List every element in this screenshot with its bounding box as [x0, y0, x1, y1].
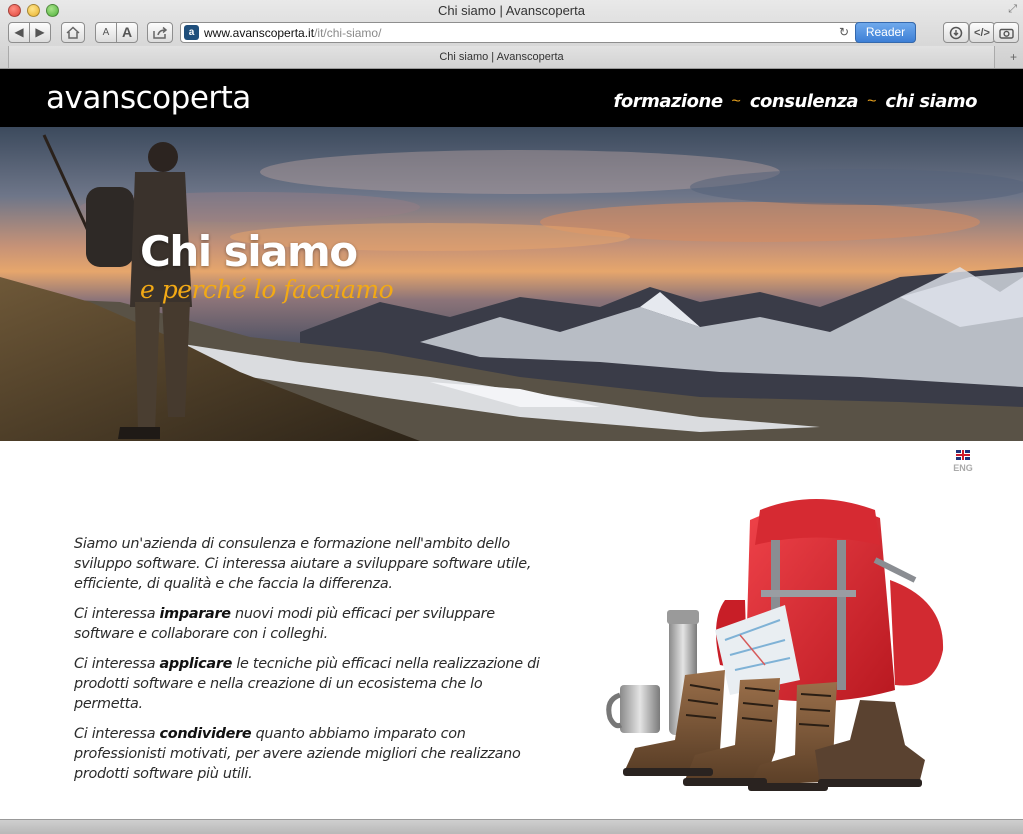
hero-subtitle: e perché lo facciamo [140, 275, 394, 304]
reload-icon[interactable]: ↻ [839, 25, 849, 39]
main-nav: formazione ~ consulenza ~ chi siamo [614, 91, 978, 112]
site-header: avanscoperta formazione ~ consulenza ~ c… [0, 69, 1023, 127]
browser-chrome: Chi siamo | Avanscoperta ⤢ ◀ ▶ A A a www… [0, 0, 1023, 69]
camera-icon [998, 28, 1014, 39]
intro-paragraph: Siamo un'azienda di consulenza e formazi… [74, 536, 532, 592]
web-inspector-button[interactable]: </> [969, 22, 995, 43]
tab-bar: Chi siamo | Avanscoperta + [0, 46, 1023, 69]
share-paragraph: Ci interessa condividere quanto abbiamo … [74, 726, 521, 782]
about-content: Siamo un'azienda di consulenza e formazi… [74, 534, 552, 794]
new-tab-icon[interactable]: + [1010, 50, 1017, 64]
language-label[interactable]: ENG [950, 463, 976, 473]
tab-chi-siamo[interactable]: Chi siamo | Avanscoperta [8, 46, 995, 68]
back-button[interactable]: ◀ [8, 22, 30, 43]
share-icon [153, 26, 168, 39]
nav-link-consulenza[interactable]: consulenza [750, 91, 859, 112]
code-icon: </> [974, 27, 990, 39]
snapshot-button[interactable] [993, 22, 1019, 43]
language-switch[interactable]: ENG [950, 450, 976, 473]
nav-separator: ~ [731, 92, 741, 110]
home-button[interactable] [61, 22, 85, 43]
hero-banner: Chi siamo e perché lo facciamo [0, 127, 1023, 441]
address-bar[interactable]: a www.avanscoperta.it/it/chi-siamo/ ↻ Re… [180, 22, 916, 43]
uk-flag-icon [956, 450, 970, 460]
text-larger-button[interactable]: A [116, 22, 138, 43]
url-path: /it/chi-siamo/ [314, 26, 382, 40]
share-button[interactable] [147, 22, 173, 43]
nav-separator: ~ [867, 92, 877, 110]
hero-title: Chi siamo [140, 227, 358, 276]
keyword-applicare: applicare [159, 656, 233, 672]
fullscreen-icon[interactable]: ⤢ [1008, 3, 1017, 16]
home-icon [66, 26, 80, 39]
text-smaller-button[interactable]: A [95, 22, 117, 43]
forward-button[interactable]: ▶ [29, 22, 51, 43]
site-logo[interactable]: avanscoperta [46, 80, 251, 116]
nav-link-chi-siamo[interactable]: chi siamo [885, 91, 977, 112]
site-favicon-icon: a [184, 25, 199, 40]
reader-button[interactable]: Reader [855, 22, 916, 43]
url-domain: www.avanscoperta.it [204, 26, 315, 40]
browser-toolbar: ◀ ▶ A A a www.avanscoperta.it/it/chi-sia… [0, 21, 1023, 45]
title-bar: Chi siamo | Avanscoperta ⤢ [0, 0, 1023, 21]
window-title: Chi siamo | Avanscoperta [438, 3, 585, 18]
backpack-boots-image [606, 499, 944, 791]
keyword-imparare: imparare [159, 606, 232, 622]
window-bottom-bar [0, 819, 1023, 834]
learn-paragraph: Ci interessa imparare nuovi modi più eff… [74, 606, 495, 642]
downloads-button[interactable] [943, 22, 969, 43]
download-circle-icon [949, 26, 963, 40]
keyword-condividere: condividere [159, 726, 252, 742]
nav-link-formazione[interactable]: formazione [614, 91, 724, 112]
apply-paragraph: Ci interessa applicare le tecniche più e… [74, 656, 540, 712]
url-field[interactable]: www.avanscoperta.it/it/chi-siamo/ [204, 26, 381, 40]
